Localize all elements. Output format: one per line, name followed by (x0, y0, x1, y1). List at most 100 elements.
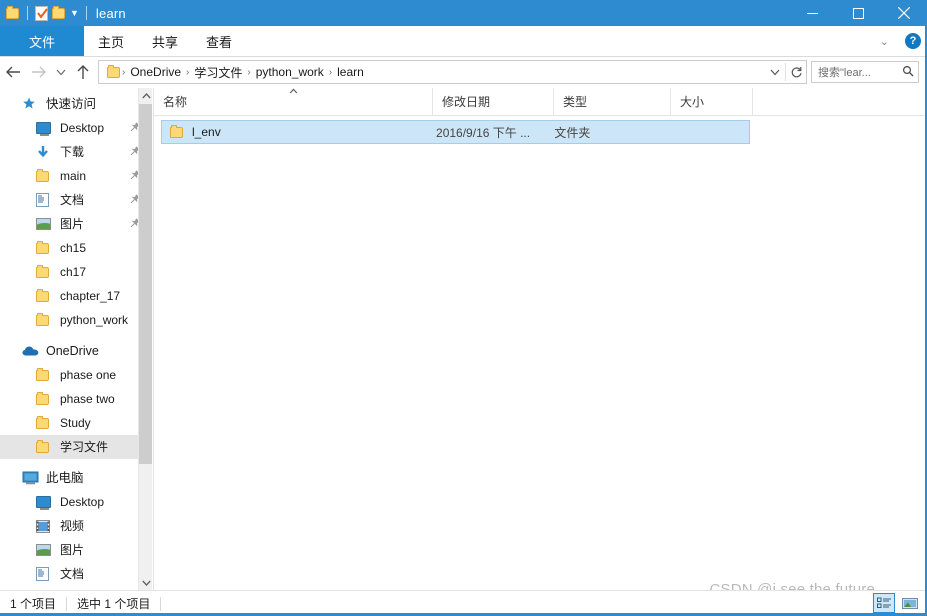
column-header-size[interactable]: 大小 (671, 88, 753, 115)
file-date-label: 2016/9/16 下午 ... (436, 125, 531, 140)
forward-button[interactable] (26, 59, 52, 85)
folder-icon (170, 125, 185, 138)
sidebar-item-label: Study (60, 416, 91, 430)
expand-ribbon-icon[interactable]: ⌄ (874, 35, 895, 48)
search-box[interactable]: 搜索"lear... (811, 61, 919, 83)
tab-view[interactable]: 查看 (192, 26, 246, 56)
sidebar-item-videos[interactable]: 视频 (0, 514, 152, 538)
folder-icon (36, 392, 54, 405)
folder-icon (36, 368, 54, 381)
chevron-down-icon[interactable]: ▼ (70, 8, 79, 18)
sidebar-item-study-files[interactable]: 学习文件 (0, 435, 152, 459)
sidebar-item-desktop-qa[interactable]: Desktop (0, 116, 152, 140)
title-bar: ▼ learn (0, 0, 927, 26)
sidebar-label-quick-access: 快速访问 (46, 97, 97, 111)
address-bar[interactable]: › OneDrive › 学习文件 › python_work › learn (98, 60, 807, 84)
sidebar-item-ch17[interactable]: ch17 (0, 260, 152, 284)
document-icon (36, 193, 54, 207)
file-date-cell: 2016/9/16 下午 ... (436, 121, 554, 143)
picture-icon (36, 544, 54, 556)
column-header-name[interactable]: 名称 (154, 88, 433, 115)
recent-locations-button[interactable] (52, 59, 70, 85)
sidebar-item-desktop-pc[interactable]: Desktop (0, 490, 152, 514)
sidebar-item-documents-pc[interactable]: 文档 (0, 562, 152, 586)
back-button[interactable] (0, 59, 26, 85)
sidebar-section-this-pc[interactable]: 此电脑 (0, 466, 152, 490)
quick-access-toolbar: ▼ (0, 5, 90, 21)
close-button[interactable] (881, 0, 927, 26)
up-button[interactable] (70, 59, 96, 85)
breadcrumb-item-python-work[interactable]: python_work (252, 65, 328, 79)
column-header-label: 大小 (680, 95, 705, 109)
sidebar-item-main[interactable]: main (0, 164, 152, 188)
sidebar-item-label: phase one (60, 368, 117, 382)
tab-share[interactable]: 共享 (138, 26, 192, 56)
sidebar-item-downloads[interactable]: 下载 (0, 140, 152, 164)
scroll-down-icon[interactable] (139, 575, 152, 591)
sidebar-item-phase-one[interactable]: phase one (0, 363, 152, 387)
column-header-label: 类型 (563, 95, 588, 109)
address-toolbar: › OneDrive › 学习文件 › python_work › learn (0, 57, 927, 87)
sidebar-item-label: python_work (60, 313, 129, 327)
table-row[interactable]: l_env 2016/9/16 下午 ... 文件夹 (161, 120, 750, 144)
folder-icon[interactable] (6, 6, 20, 19)
large-icons-view-icon (902, 597, 918, 609)
column-header-type[interactable]: 类型 (554, 88, 671, 115)
file-type-cell: 文件夹 (554, 121, 668, 143)
sidebar-item-label: phase two (60, 392, 115, 406)
minimize-button[interactable] (789, 0, 835, 26)
folder-icon (36, 440, 54, 453)
sidebar-item-label: chapter_17 (60, 289, 121, 303)
details-view-button[interactable] (873, 593, 895, 613)
folder-icon (36, 416, 54, 429)
refresh-icon[interactable] (786, 62, 806, 82)
sidebar-section-quick-access[interactable]: 快速访问 (0, 92, 152, 116)
sidebar-item-ch15[interactable]: ch15 (0, 236, 152, 260)
sidebar-item-documents-qa[interactable]: 文档 (0, 188, 152, 212)
breadcrumb: › OneDrive › 学习文件 › python_work › learn (99, 64, 765, 81)
sidebar-section-onedrive[interactable]: OneDrive (0, 339, 152, 363)
breadcrumb-item-learn[interactable]: learn (333, 65, 368, 79)
properties-icon[interactable] (35, 5, 48, 21)
breadcrumb-item-onedrive[interactable]: OneDrive (126, 65, 185, 79)
search-input[interactable]: 搜索"lear... (812, 64, 898, 80)
tab-home[interactable]: 主页 (84, 26, 138, 56)
sidebar-item-label: Desktop (60, 121, 105, 135)
large-icons-view-button[interactable] (899, 593, 921, 613)
file-explorer-window: ▼ learn 文件 主页 共享 查看 ⌄ ? › OneDrive › 学习文… (0, 0, 927, 616)
details-view-icon (876, 597, 891, 608)
monitor-icon (36, 496, 54, 510)
address-dropdown-icon[interactable] (765, 62, 785, 82)
file-name-cell[interactable]: l_env (162, 121, 436, 143)
sidebar-item-phase-two[interactable]: phase two (0, 387, 152, 411)
sidebar-item-label: 文档 (60, 567, 85, 581)
computer-icon (22, 471, 40, 485)
navigation-pane: 快速访问 Desktop 下载 main 文档 图片 ch15 ch17 cha… (0, 88, 152, 591)
tab-file[interactable]: 文件 (0, 26, 84, 56)
sidebar-item-label: Desktop (60, 495, 105, 509)
sidebar-item-study[interactable]: Study (0, 411, 152, 435)
sidebar-item-pictures-pc[interactable]: 图片 (0, 538, 152, 562)
breadcrumb-folder-icon[interactable] (107, 65, 121, 78)
scroll-up-icon[interactable] (139, 88, 152, 104)
sidebar-item-chapter-17[interactable]: chapter_17 (0, 284, 152, 308)
sidebar-item-pictures-qa[interactable]: 图片 (0, 212, 152, 236)
maximize-button[interactable] (835, 0, 881, 26)
file-type-label: 文件夹 (554, 125, 591, 140)
new-folder-icon[interactable] (52, 6, 66, 19)
search-icon[interactable] (898, 65, 918, 80)
help-icon[interactable]: ? (905, 33, 921, 49)
sidebar-item-label: 图片 (60, 217, 85, 231)
file-list-pane: 名称 修改日期 类型 大小 l_env 2016/9/16 下午 ... 文件夹 (153, 88, 927, 591)
breadcrumb-item-study-files[interactable]: 学习文件 (190, 64, 246, 81)
status-selection-count: 选中 1 个项目 (77, 597, 151, 611)
star-pin-icon (22, 97, 40, 111)
caption-buttons (789, 0, 927, 26)
sidebar-scrollbar-thumb[interactable] (139, 104, 152, 464)
file-name-label: l_env (192, 125, 221, 139)
sidebar-scrollbar[interactable] (138, 88, 152, 591)
picture-icon (36, 218, 54, 230)
column-header-date-modified[interactable]: 修改日期 (433, 88, 554, 115)
sidebar-item-python-work[interactable]: python_work (0, 308, 152, 332)
monitor-icon (36, 122, 54, 136)
